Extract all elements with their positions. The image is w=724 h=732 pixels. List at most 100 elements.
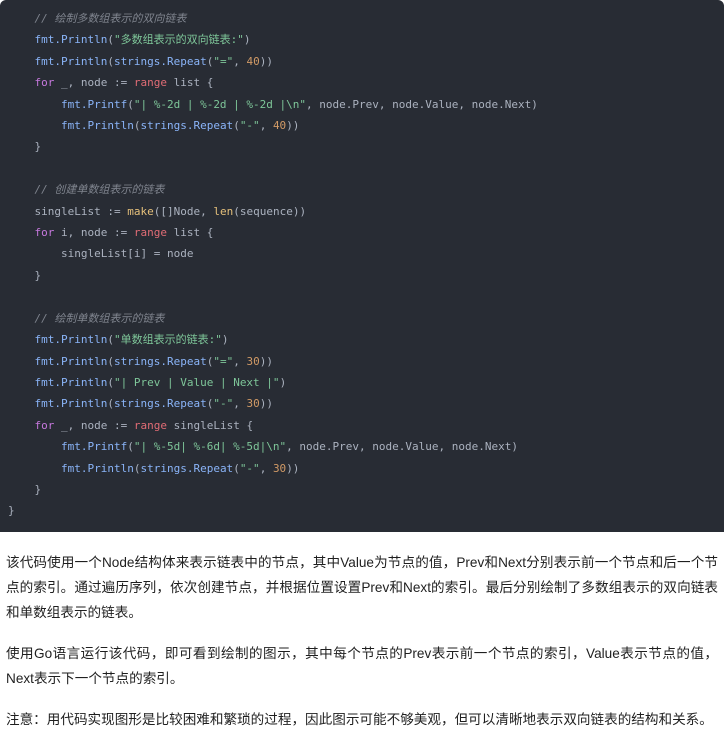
code-token-punc: ([] — [153, 204, 174, 218]
code-token-fn: fmt.Println — [34, 54, 108, 68]
code-token-fn: strings.Repeat — [113, 54, 207, 68]
code-token-var: singleList[i] = node — [60, 247, 194, 261]
code-line: // 创建单数组表示的链表 — [8, 179, 712, 200]
code-token-fn: fmt.Println — [60, 461, 134, 475]
code-token-punc: ( — [107, 354, 114, 368]
code-token-punc: ( — [233, 119, 240, 133]
code-token-fn: fmt.Println — [34, 333, 108, 347]
code-token-punc: , — [233, 354, 247, 368]
code-token-fn: strings.Repeat — [113, 397, 207, 411]
code-line: singleList[i] = node — [8, 243, 712, 264]
code-token-punc: )) — [286, 461, 300, 475]
code-token-com: // 绘制多数组表示的双向链表 — [34, 12, 187, 25]
code-token-punc: ( — [233, 204, 240, 218]
code-token-str: "多数组表示的双向链表:" — [113, 33, 244, 47]
code-token-punc: ( — [107, 333, 114, 347]
code-token-num: 40 — [246, 54, 260, 68]
code-token-var: i, node — [54, 226, 114, 240]
code-token-punc: )) — [292, 204, 307, 218]
code-token-punc: ( — [107, 397, 114, 411]
code-token-str: "=" — [213, 354, 234, 368]
code-token-op: := — [107, 204, 128, 218]
code-token-punc: ( — [233, 461, 240, 475]
code-content[interactable]: // 绘制多数组表示的双向链表 fmt.Println("多数组表示的双向链表:… — [0, 8, 724, 522]
code-line: fmt.Println(strings.Repeat("-", 40)) — [8, 115, 712, 136]
code-line: fmt.Println(strings.Repeat("-", 30)) — [8, 458, 712, 479]
code-line: fmt.Println("| Prev | Value | Next |") — [8, 372, 712, 393]
code-token-fn: fmt.Println — [60, 119, 134, 133]
code-token-fn: fmt.Printf — [60, 97, 128, 111]
code-token-op: := — [113, 226, 134, 240]
code-token-num: 30 — [246, 397, 260, 411]
code-token-com: // 绘制单数组表示的链表 — [34, 311, 165, 325]
code-token-punc: ) — [511, 440, 518, 454]
code-line: } — [8, 500, 712, 521]
code-line: // 绘制多数组表示的双向链表 — [8, 8, 712, 29]
code-token-punc: , — [259, 119, 273, 133]
code-token-num: 40 — [272, 119, 287, 133]
code-token-punc: ) — [243, 33, 251, 47]
code-token-fn: fmt.Println — [34, 354, 108, 368]
code-token-punc: )) — [259, 397, 273, 411]
code-token-str: "| Prev | Value | Next |" — [113, 375, 280, 389]
explanation-paragraph-1: 该代码使用一个Node结构体来表示链表中的节点，其中Value为节点的值，Pre… — [6, 554, 718, 620]
code-line: fmt.Println(strings.Repeat("=", 40)) — [8, 51, 712, 72]
code-token-fn: strings.Repeat — [140, 119, 234, 133]
code-token-str: "| %-2d | %-2d | %-2d |\n" — [133, 97, 307, 111]
code-token-punc: , — [233, 54, 247, 68]
code-token-punc: )) — [259, 354, 273, 368]
explanation-paragraph-2: 使用Go语言运行该代码，即可看到绘制的图示，其中每个节点的Prev表示前一个节点… — [6, 645, 718, 686]
code-line: fmt.Printf("| %-2d | %-2d | %-2d |\n", n… — [8, 94, 712, 115]
code-token-kw2: range — [133, 226, 167, 240]
code-token-kw: for — [34, 76, 55, 90]
code-block[interactable]: // 绘制多数组表示的双向链表 fmt.Println("多数组表示的双向链表:… — [0, 0, 724, 532]
code-token-kw2: range — [133, 76, 167, 90]
code-token-num: 30 — [272, 461, 287, 475]
code-line: fmt.Println(strings.Repeat("-", 30)) — [8, 393, 712, 414]
code-token-punc: ) — [279, 375, 287, 389]
code-token-punc: ( — [127, 97, 134, 111]
explanation-section: 该代码使用一个Node结构体来表示链表中的节点，其中Value为节点的值，Pre… — [0, 550, 724, 732]
code-line: singleList := make([]Node, len(sequence)… — [8, 201, 712, 222]
code-token-str: "=" — [213, 54, 234, 68]
explanation-paragraph-3: 注意：用代码实现图形是比较困难和繁琐的过程，因此图示可能不够美观，但可以清晰地表… — [6, 711, 713, 727]
code-token-punc: , — [259, 461, 273, 475]
code-token-brace: { — [246, 418, 254, 432]
code-line: fmt.Printf("| %-5d| %-6d| %-5d|\n", node… — [8, 436, 712, 457]
code-token-bi: make — [127, 204, 154, 218]
code-token-brace: } — [8, 504, 15, 518]
code-token-str: "| %-5d| %-6d| %-5d|\n" — [133, 440, 287, 454]
page-root: // 绘制多数组表示的双向链表 fmt.Println("多数组表示的双向链表:… — [0, 0, 724, 727]
code-token-fn: strings.Repeat — [140, 461, 234, 475]
code-token-punc: ( — [107, 54, 114, 68]
code-token-punc: ) — [531, 97, 538, 111]
code-token-fn: fmt.Println — [34, 33, 108, 47]
code-line: fmt.Println("单数组表示的链表:") — [8, 329, 712, 350]
code-token-var: list — [166, 76, 207, 90]
code-token-fn: fmt.Printf — [60, 440, 128, 454]
code-token-str: "-" — [239, 461, 260, 475]
code-token-type: Node — [173, 204, 201, 218]
code-token-punc: )) — [259, 54, 273, 68]
code-token-kw: for — [34, 418, 55, 432]
code-token-fn: fmt.Println — [34, 375, 108, 389]
code-token-var: list — [166, 226, 207, 240]
code-token-punc: , — [233, 397, 247, 411]
code-line: fmt.Println("多数组表示的双向链表:") — [8, 29, 712, 50]
code-token-brace: } — [34, 268, 42, 282]
code-token-var: node.Prev, node.Value, node.Next — [299, 440, 512, 454]
code-token-var: node.Prev, node.Value, node.Next — [319, 97, 532, 111]
code-token-bi: len — [213, 204, 234, 218]
code-token-com: // 创建单数组表示的链表 — [34, 183, 165, 197]
code-line: fmt.Println(strings.Repeat("=", 30)) — [8, 351, 712, 372]
code-token-str: "单数组表示的链表:" — [113, 333, 222, 347]
code-line: for _, node := range list { — [8, 72, 712, 93]
code-token-var: singleList — [166, 418, 247, 432]
code-token-brace: } — [34, 482, 42, 496]
code-token-kw: for — [34, 226, 55, 240]
code-line: } — [8, 479, 712, 500]
code-token-var: sequence — [239, 204, 293, 218]
code-token-punc: , — [306, 97, 320, 111]
code-token-var: singleList — [34, 204, 108, 218]
code-line: for _, node := range singleList { — [8, 415, 712, 436]
